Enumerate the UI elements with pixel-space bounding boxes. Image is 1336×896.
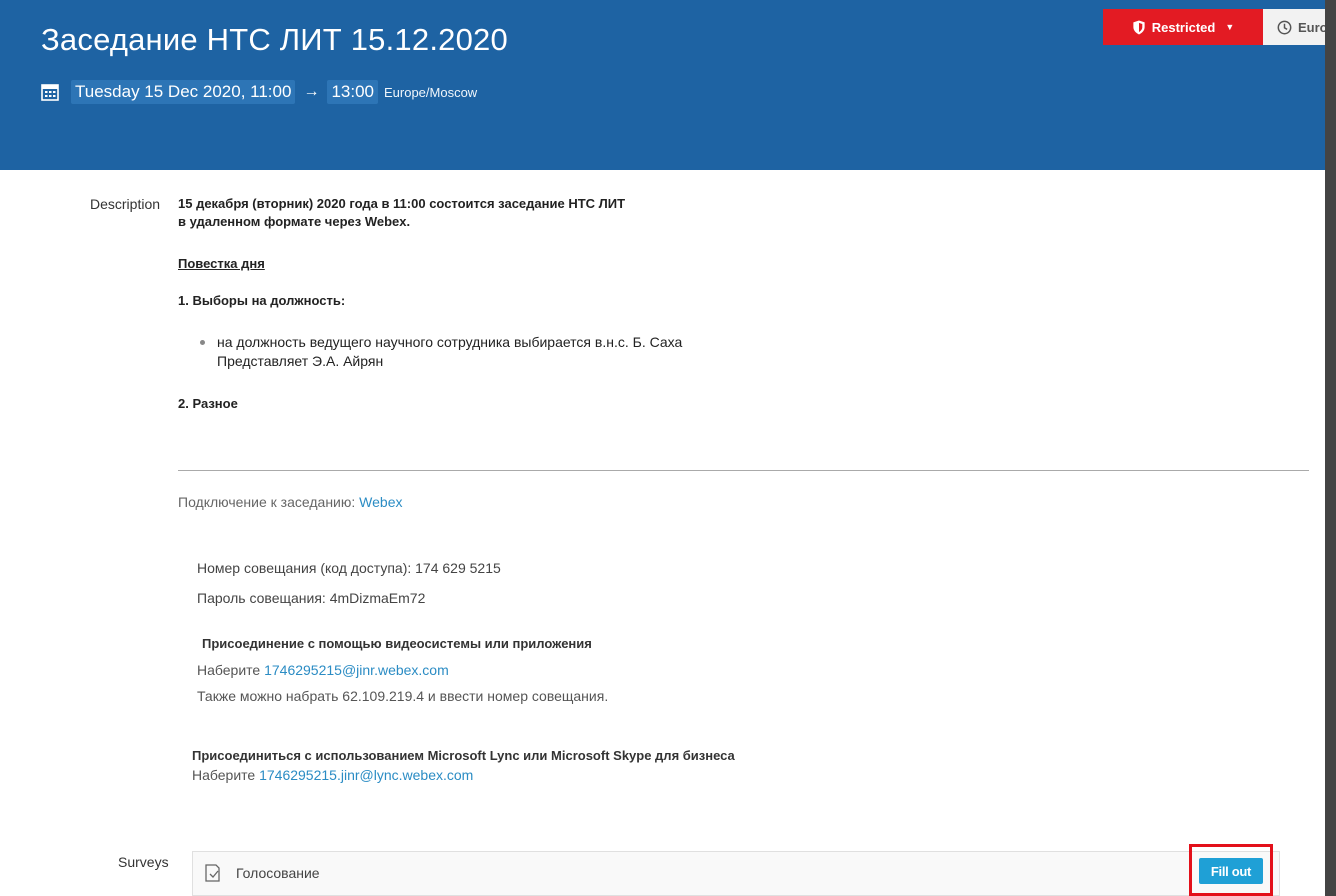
timezone-button-label: Euro [1298,19,1325,35]
event-dateline: Tuesday 15 Dec 2020, 11:00 → 13:00 Europ… [41,78,477,106]
survey-icon [205,864,220,882]
join-video-prefix: Наберите [197,662,265,678]
connect-line: Подключение к заседанию: Webex [178,494,402,510]
agenda-item-1: 1. Выборы на должность: [178,293,346,308]
shield-icon [1133,19,1145,35]
webex-link[interactable]: Webex [359,494,402,510]
fill-out-button[interactable]: Fill out [1199,858,1263,884]
survey-name[interactable]: Голосование [236,865,320,881]
join-video-dial: Наберите 1746295215@jinr.webex.com [197,662,449,678]
meeting-number: Номер совещания (код доступа): 174 629 5… [197,560,501,576]
chevron-down-icon: ▼ [1225,22,1235,32]
description-intro-line2: в удаленном формате через Webex. [178,214,411,229]
restricted-dropdown[interactable]: Restricted ▼ [1103,9,1263,45]
join-video-alt: Также можно набрать 62.109.219.4 и ввест… [197,688,609,704]
join-lync-dial: Наберите 1746295215.jinr@lync.webex.com [192,767,473,783]
description-label: Description [90,196,161,212]
timezone-button[interactable]: Euro [1263,9,1325,45]
event-timezone: Europe/Moscow [383,84,478,100]
connect-prefix: Подключение к заседанию: [178,494,360,510]
join-lync-prefix: Наберите [192,767,260,783]
description-intro-line1: 15 декабря (вторник) 2020 года в 11:00 с… [178,196,626,211]
join-video-link[interactable]: 1746295215@jinr.webex.com [264,662,449,678]
scrollbar[interactable] [1325,0,1336,896]
description-intro: 15 декабря (вторник) 2020 года в 11:00 с… [178,195,1308,231]
join-lync-title: Присоединиться с использованием Microsof… [192,748,735,763]
clock-icon [1277,20,1292,34]
calendar-icon [41,84,59,101]
page-title: Заседание НТС ЛИТ 15.12.2020 [41,22,508,57]
agenda-item-2: 2. Разное [178,396,238,411]
agenda-item-1-bullet: на должность ведущего научного сотрудник… [217,333,682,371]
agenda-title: Повестка дня [178,256,265,271]
date-arrow: → [303,83,320,100]
surveys-label: Surveys [118,854,169,870]
join-lync-link[interactable]: 1746295215.jinr@lync.webex.com [259,767,473,783]
join-video-title: Присоединение с помощью видеосистемы или… [202,636,592,651]
meeting-password: Пароль совещания: 4mDizmaEm72 [197,590,426,606]
agenda-bullet-line2: Представляет Э.А. Айрян [217,353,384,369]
agenda-bullet-line1: на должность ведущего научного сотрудник… [217,334,683,350]
divider [178,470,1309,471]
fill-out-highlight: Fill out [1189,844,1273,896]
event-end-time[interactable]: 13:00 [327,80,378,104]
bullet-icon [200,340,205,345]
restricted-label: Restricted [1151,19,1216,35]
survey-row: Голосование Fill out [192,844,1280,896]
event-start-date[interactable]: Tuesday 15 Dec 2020, 11:00 [71,80,296,104]
